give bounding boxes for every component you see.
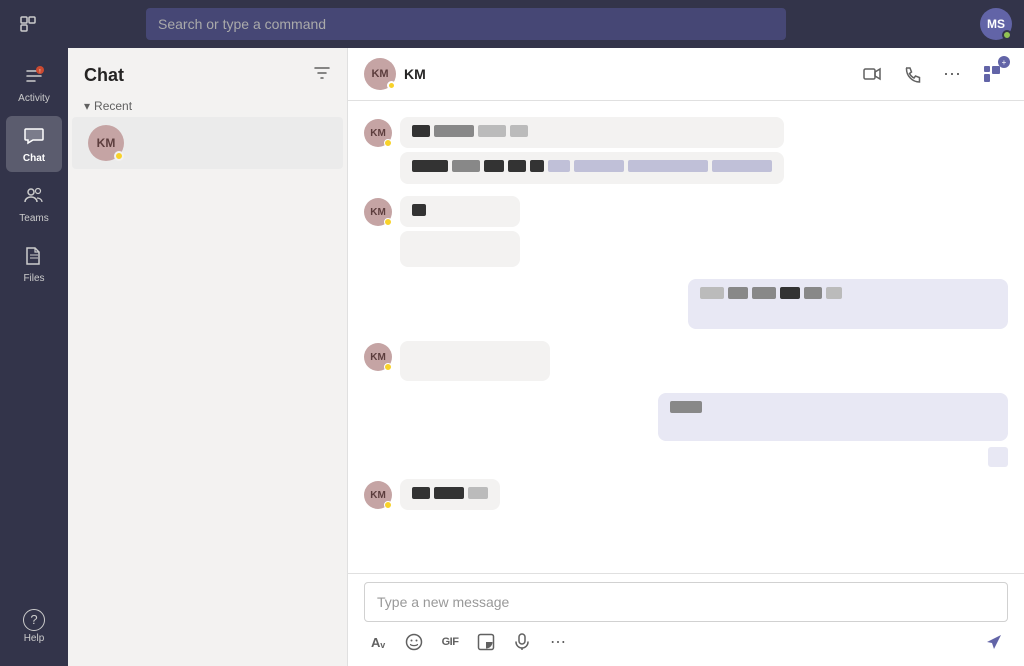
message-row: KM bbox=[364, 341, 1008, 381]
message-row bbox=[364, 393, 1008, 467]
more-options-toolbar-button[interactable]: ⋯ bbox=[544, 628, 572, 656]
format-text-button[interactable]: Aᵥ bbox=[364, 628, 392, 656]
bubble-content bbox=[658, 393, 1008, 467]
bubble-avatar: KM bbox=[364, 343, 392, 371]
bubble-presence bbox=[384, 218, 392, 226]
phone-call-button[interactable] bbox=[896, 58, 928, 90]
main-layout: ! Activity Chat Teams bbox=[0, 48, 1024, 666]
teams-icon bbox=[23, 185, 45, 211]
message-presence-dot bbox=[387, 81, 396, 90]
recent-section-label[interactable]: ▾ Recent bbox=[68, 95, 347, 117]
user-status-dot bbox=[1002, 30, 1012, 40]
sidebar-item-files[interactable]: Files bbox=[6, 236, 62, 292]
bubble-presence bbox=[384, 363, 392, 371]
bubble-presence bbox=[384, 139, 392, 147]
search-input[interactable] bbox=[158, 16, 774, 32]
sidebar-item-chat[interactable]: Chat bbox=[6, 116, 62, 172]
chat-panel: Chat ▾ Recent KM bbox=[68, 48, 348, 666]
message-header: KM KM ⋯ bbox=[348, 48, 1024, 101]
message-bubble bbox=[400, 117, 784, 148]
toolbar-icons: Aᵥ GIF bbox=[364, 622, 1008, 658]
bubble-avatar: KM bbox=[364, 481, 392, 509]
message-bubble bbox=[400, 479, 500, 510]
help-icon: ? bbox=[23, 609, 45, 631]
contact-presence-dot bbox=[114, 151, 124, 161]
message-bubble bbox=[688, 279, 1008, 329]
contact-avatar: KM bbox=[88, 125, 124, 161]
more-options-button[interactable]: ⋯ bbox=[936, 58, 968, 90]
bubble-content bbox=[400, 341, 550, 381]
header-actions: ⋯ + bbox=[856, 58, 1008, 90]
chat-panel-title: Chat bbox=[84, 65, 124, 86]
input-area: Aᵥ GIF bbox=[348, 573, 1024, 666]
topbar: MS bbox=[0, 0, 1024, 48]
activity-icon: ! bbox=[23, 65, 45, 91]
message-bubble bbox=[400, 231, 520, 267]
message-row: KM bbox=[364, 196, 1008, 267]
video-call-button[interactable] bbox=[856, 58, 888, 90]
message-input-box[interactable] bbox=[364, 582, 1008, 622]
bubble-avatar: KM bbox=[364, 119, 392, 147]
bubble-content bbox=[400, 117, 784, 184]
svg-text:!: ! bbox=[39, 69, 40, 75]
filter-icon[interactable] bbox=[313, 64, 331, 87]
message-row: KM bbox=[364, 479, 1008, 510]
chat-panel-header: Chat bbox=[68, 48, 347, 95]
message-area: KM KM ⋯ bbox=[348, 48, 1024, 666]
message-row: KM bbox=[364, 117, 1008, 184]
emoji-button[interactable] bbox=[400, 628, 428, 656]
files-icon bbox=[23, 245, 45, 271]
message-input[interactable] bbox=[377, 594, 995, 610]
message-bubble bbox=[400, 196, 520, 227]
sidebar-item-label-chat: Chat bbox=[23, 153, 45, 164]
bubble-content bbox=[688, 279, 1008, 329]
sidebar-item-activity[interactable]: ! Activity bbox=[6, 56, 62, 112]
audio-button[interactable] bbox=[508, 628, 536, 656]
gif-button[interactable]: GIF bbox=[436, 628, 464, 656]
sidebar: ! Activity Chat Teams bbox=[0, 48, 68, 666]
message-row bbox=[364, 279, 1008, 329]
sidebar-item-label-teams: Teams bbox=[19, 213, 48, 224]
chat-list-item[interactable]: KM bbox=[72, 117, 343, 169]
attachment-thumb bbox=[988, 447, 1008, 467]
message-contact-name: KM bbox=[404, 66, 426, 82]
messages-scroll[interactable]: KM bbox=[348, 101, 1024, 573]
expand-icon[interactable] bbox=[12, 8, 44, 40]
apps-button[interactable]: + bbox=[976, 58, 1008, 90]
sidebar-item-teams[interactable]: Teams bbox=[6, 176, 62, 232]
message-contact-avatar: KM bbox=[364, 58, 396, 90]
search-bar[interactable] bbox=[146, 8, 786, 40]
sidebar-item-help[interactable]: ? Help bbox=[6, 602, 62, 658]
bubble-avatar: KM bbox=[364, 198, 392, 226]
sidebar-item-label-files: Files bbox=[23, 273, 44, 284]
chat-icon bbox=[23, 125, 45, 151]
sidebar-item-label-activity: Activity bbox=[18, 93, 50, 104]
sticker-button[interactable] bbox=[472, 628, 500, 656]
send-button[interactable] bbox=[980, 628, 1008, 656]
bubble-content bbox=[400, 196, 520, 267]
sidebar-item-label-help: Help bbox=[24, 633, 45, 644]
bubble-presence bbox=[384, 501, 392, 509]
user-avatar[interactable]: MS bbox=[980, 8, 1012, 40]
message-bubble bbox=[658, 393, 1008, 441]
message-bubble bbox=[400, 152, 784, 184]
bubble-content bbox=[400, 479, 500, 510]
message-bubble bbox=[400, 341, 550, 381]
